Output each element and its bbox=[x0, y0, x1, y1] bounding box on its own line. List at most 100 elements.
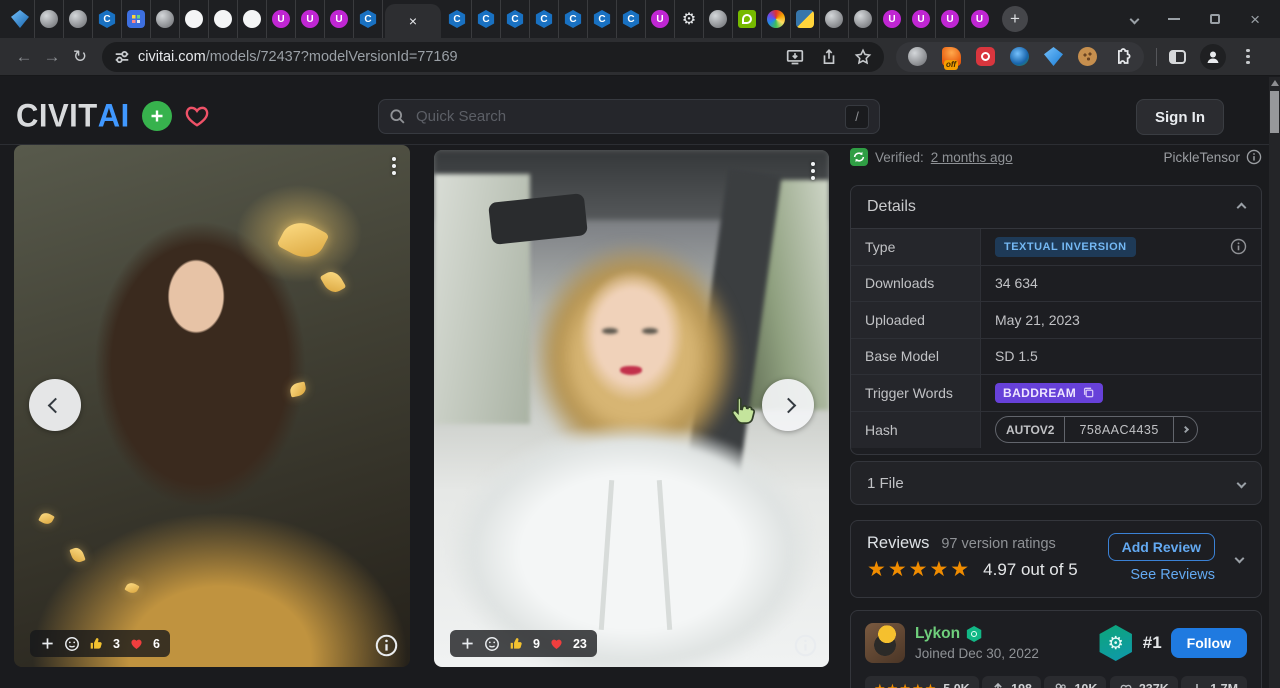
search-input[interactable] bbox=[414, 107, 845, 126]
smiley-icon[interactable] bbox=[64, 636, 80, 652]
install-icon[interactable] bbox=[786, 48, 804, 66]
scroll-up-arrow[interactable] bbox=[1271, 80, 1279, 86]
bookmark-star-icon[interactable] bbox=[854, 48, 872, 66]
next-image-button[interactable] bbox=[762, 379, 814, 431]
pinned-tab-civitai[interactable]: C bbox=[530, 0, 559, 38]
copy-icon[interactable] bbox=[1082, 386, 1095, 399]
pinned-tab-civitai[interactable]: C bbox=[443, 0, 472, 38]
details-header[interactable]: Details bbox=[851, 186, 1261, 228]
tab-strip: CUUUC×CCCCCCCU⚙UUUU + × bbox=[0, 0, 1280, 38]
reaction-bar[interactable]: 3 6 bbox=[30, 630, 170, 657]
search-box[interactable]: / bbox=[378, 99, 880, 134]
hash-control[interactable]: AUTOV2 758AAC4435 bbox=[995, 416, 1198, 443]
type-info-icon[interactable] bbox=[1230, 238, 1247, 255]
heart-icon[interactable] bbox=[549, 636, 564, 651]
forward-button[interactable]: → bbox=[38, 48, 66, 65]
reaction-bar[interactable]: 9 23 bbox=[450, 630, 597, 657]
pinned-tab-globe[interactable] bbox=[849, 0, 878, 38]
globe-extension-icon[interactable] bbox=[908, 47, 927, 66]
follow-button[interactable]: Follow bbox=[1171, 628, 1247, 658]
browser-menu-icon[interactable] bbox=[1242, 49, 1254, 65]
pinned-tab-github[interactable] bbox=[180, 0, 209, 38]
files-accordion[interactable]: 1 File bbox=[850, 461, 1262, 505]
scrollbar-thumb[interactable] bbox=[1270, 91, 1279, 133]
creator-avatar[interactable] bbox=[865, 623, 905, 663]
sign-in-button[interactable]: Sign In bbox=[1136, 99, 1224, 135]
red-ring-extension-icon[interactable] bbox=[976, 47, 995, 66]
pinned-tab-civitai[interactable]: C bbox=[617, 0, 646, 38]
see-reviews-link[interactable]: See Reviews bbox=[1130, 567, 1215, 583]
pinned-tab-python[interactable] bbox=[791, 0, 820, 38]
back-button[interactable]: ← bbox=[10, 48, 38, 65]
hash-expand-button[interactable] bbox=[1173, 417, 1197, 442]
new-tab-button[interactable]: + bbox=[1002, 6, 1028, 32]
pinned-tab-gem[interactable] bbox=[6, 0, 35, 38]
gallery-image-2[interactable]: 9 23 bbox=[434, 150, 829, 667]
civitai-logo[interactable]: CIVITAI bbox=[16, 97, 130, 134]
pinned-tab-u[interactable]: U bbox=[646, 0, 675, 38]
cookie-extension-icon[interactable] bbox=[1078, 47, 1097, 66]
close-tab-icon[interactable]: × bbox=[409, 14, 417, 28]
create-button[interactable] bbox=[142, 101, 172, 131]
restore-icon[interactable] bbox=[1210, 14, 1220, 24]
pinned-tab-globe[interactable] bbox=[64, 0, 93, 38]
pinned-tab-globe[interactable] bbox=[820, 0, 849, 38]
pinned-tab-u[interactable]: U bbox=[907, 0, 936, 38]
pinned-tab-civitai[interactable]: C bbox=[588, 0, 617, 38]
window-menu-icon[interactable] bbox=[1130, 14, 1140, 24]
pinned-tab-u[interactable]: U bbox=[267, 0, 296, 38]
pinned-tab-pinwheel[interactable] bbox=[762, 0, 791, 38]
type-badge[interactable]: TEXTUAL INVERSION bbox=[995, 237, 1136, 257]
image-menu-icon[interactable] bbox=[807, 158, 819, 184]
creator-name[interactable]: Lykon bbox=[915, 625, 960, 643]
pinned-tab-u[interactable]: U bbox=[878, 0, 907, 38]
previous-image-button[interactable] bbox=[29, 379, 81, 431]
pinned-tab-github[interactable] bbox=[209, 0, 238, 38]
image-info-icon[interactable] bbox=[794, 634, 817, 657]
extensions-puzzle-icon[interactable] bbox=[1112, 47, 1132, 67]
pinned-tab-github[interactable] bbox=[238, 0, 267, 38]
pinned-tab-civitai[interactable]: C bbox=[354, 0, 383, 38]
site-info-icon[interactable] bbox=[114, 49, 130, 65]
pinned-tab-civitai[interactable]: C bbox=[472, 0, 501, 38]
campfire-extension-icon[interactable]: off bbox=[942, 47, 961, 66]
pinned-tab-globe[interactable] bbox=[35, 0, 64, 38]
verified-time-link[interactable]: 2 months ago bbox=[931, 150, 1013, 165]
pinned-tab-civitai[interactable]: C bbox=[559, 0, 588, 38]
add-reaction-icon[interactable] bbox=[460, 636, 475, 651]
image-menu-icon[interactable] bbox=[388, 153, 400, 179]
pinned-tab-gear[interactable]: ⚙ bbox=[675, 0, 704, 38]
pinned-tab-u[interactable]: U bbox=[325, 0, 354, 38]
pinned-tab-globe[interactable] bbox=[151, 0, 180, 38]
world-extension-icon[interactable] bbox=[1010, 47, 1029, 66]
pinned-tab-u[interactable]: U bbox=[296, 0, 325, 38]
close-window-icon[interactable]: × bbox=[1250, 11, 1260, 28]
support-heart-icon[interactable] bbox=[184, 103, 210, 129]
active-tab[interactable]: × bbox=[385, 4, 441, 38]
thumbs-up-icon[interactable] bbox=[509, 636, 524, 651]
pinned-tab-u[interactable]: U bbox=[965, 0, 994, 38]
thumbs-up-icon[interactable] bbox=[89, 636, 104, 651]
trigger-word-badge[interactable]: BADDREAM bbox=[995, 383, 1103, 403]
page-scrollbar[interactable] bbox=[1269, 77, 1280, 688]
format-info-icon[interactable] bbox=[1246, 149, 1262, 165]
url-text[interactable]: civitai.com/models/72437?modelVersionId=… bbox=[138, 49, 458, 65]
add-review-button[interactable]: Add Review bbox=[1108, 533, 1215, 561]
pinned-tab-u[interactable]: U bbox=[936, 0, 965, 38]
add-reaction-icon[interactable] bbox=[40, 636, 55, 651]
pinned-tab-globe[interactable] bbox=[704, 0, 733, 38]
pinned-tab-grid[interactable] bbox=[122, 0, 151, 38]
pinned-tab-civitai[interactable]: C bbox=[93, 0, 122, 38]
side-panel-icon[interactable] bbox=[1169, 50, 1186, 64]
pinned-tab-nvidia[interactable] bbox=[733, 0, 762, 38]
share-icon[interactable] bbox=[820, 48, 838, 66]
heart-icon[interactable] bbox=[129, 636, 144, 651]
address-bar[interactable]: civitai.com/models/72437?modelVersionId=… bbox=[102, 42, 884, 72]
gem-extension-icon[interactable] bbox=[1044, 47, 1063, 66]
minimize-icon[interactable] bbox=[1168, 18, 1180, 20]
pinned-tab-civitai[interactable]: C bbox=[501, 0, 530, 38]
reload-button[interactable]: ↻ bbox=[66, 48, 94, 65]
image-info-icon[interactable] bbox=[375, 634, 398, 657]
profile-avatar[interactable] bbox=[1200, 44, 1226, 70]
smiley-icon[interactable] bbox=[484, 636, 500, 652]
